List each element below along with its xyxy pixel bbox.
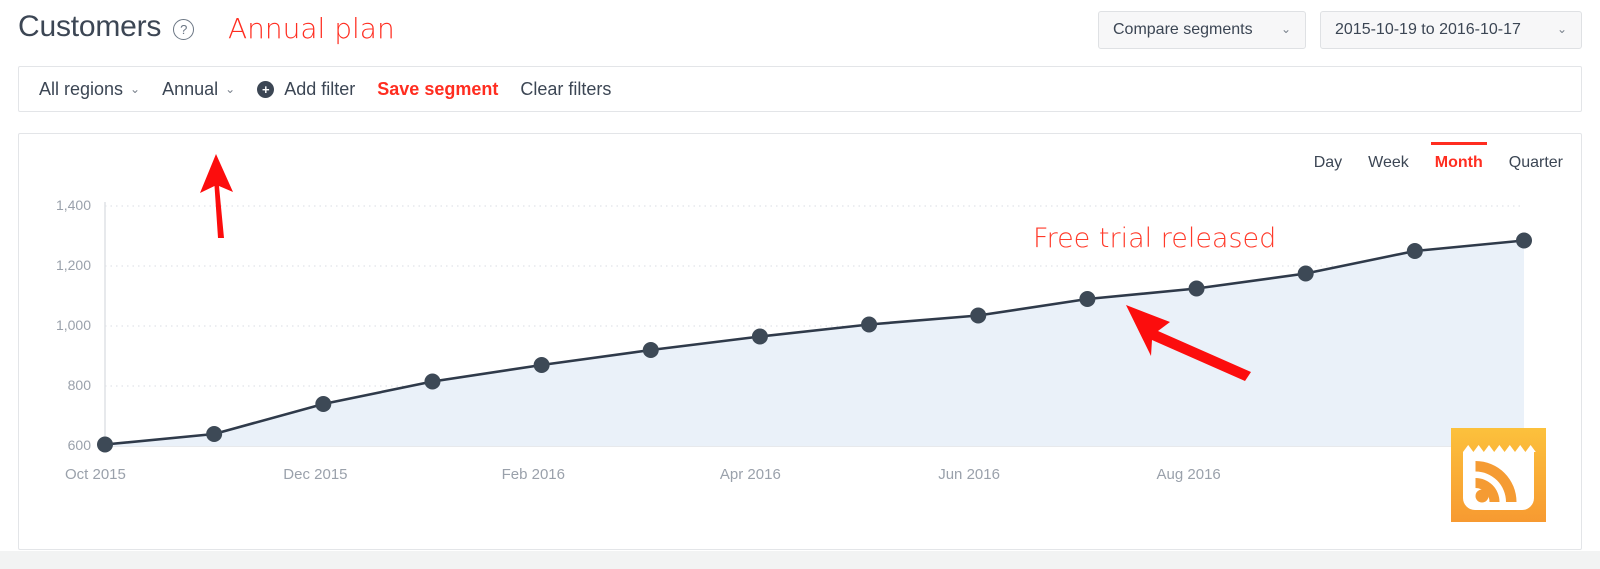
chevron-down-icon: ⌄: [130, 82, 141, 96]
clear-filters-button[interactable]: Clear filters: [520, 79, 611, 100]
y-axis-tick-label: 1,200: [55, 257, 91, 273]
annotation-free-trial-released: Free trial released: [1033, 223, 1277, 254]
title-group: Customers ?: [18, 10, 195, 44]
add-filter-button[interactable]: + Add filter: [257, 79, 355, 100]
screenshot-root: Customers ? Annual plan Compare segments…: [0, 0, 1600, 569]
data-point[interactable]: [97, 436, 113, 453]
footer-strip: [0, 551, 1600, 569]
data-point[interactable]: [1188, 280, 1205, 297]
y-axis-tick-label: 600: [67, 437, 91, 453]
line-chart-plot[interactable]: 600 800 1,000 1,200 1,400 Oct 2015 Dec 2015 Feb…: [19, 134, 1581, 549]
data-point[interactable]: [861, 316, 878, 333]
data-point[interactable]: [970, 307, 987, 324]
header-controls: Compare segments ⌄ 2015-10-19 to 2016-10…: [1098, 11, 1582, 49]
data-point[interactable]: [642, 342, 659, 358]
x-axis-tick-label: Feb 2016: [501, 466, 565, 483]
rss-feed-icon[interactable]: [1451, 428, 1546, 522]
data-point[interactable]: [1516, 232, 1532, 249]
add-filter-label: Add filter: [284, 78, 356, 99]
data-point[interactable]: [1079, 291, 1096, 307]
filter-all-regions-label: All regions: [39, 78, 124, 99]
x-axis-tick-label: Dec 2015: [283, 466, 348, 483]
data-point[interactable]: [315, 396, 332, 412]
help-icon[interactable]: ?: [173, 18, 195, 40]
x-axis-tick-label: Jun 2016: [938, 466, 1000, 483]
page-header: Customers ? Annual plan Compare segments…: [0, 0, 1600, 60]
data-point[interactable]: [1297, 265, 1314, 282]
y-axis-tick-label: 1,400: [55, 197, 91, 213]
compare-segments-label: Compare segments: [1113, 21, 1253, 38]
data-point[interactable]: [1406, 243, 1423, 259]
filter-all-regions[interactable]: All regions ⌄: [39, 79, 140, 100]
data-point[interactable]: [533, 357, 550, 373]
data-point[interactable]: [751, 328, 768, 345]
date-range-label: 2015-10-19 to 2016-10-17: [1335, 21, 1521, 38]
page-title: Customers: [18, 10, 162, 43]
chart-card: Day Week Month Quarter 600 800 1,000 1,200 1…: [18, 133, 1582, 550]
x-axis-tick-label: Oct 2015: [65, 466, 126, 483]
save-segment-button[interactable]: Save segment: [377, 79, 498, 100]
data-point[interactable]: [424, 373, 441, 390]
filter-annual[interactable]: Annual ⌄: [162, 79, 235, 100]
chart-svg: [97, 202, 1532, 453]
chevron-down-icon: ⌄: [225, 82, 236, 96]
chevron-down-icon: ⌄: [1556, 22, 1567, 36]
plus-circle-icon: +: [257, 80, 275, 98]
filter-bar: All regions ⌄ Annual ⌄ + Add filter Save…: [18, 66, 1582, 112]
data-point[interactable]: [206, 426, 223, 442]
y-axis-tick-label: 800: [67, 377, 91, 393]
chevron-down-icon: ⌄: [1280, 22, 1291, 36]
y-axis-tick-label: 1,000: [55, 317, 91, 333]
filter-annual-label: Annual: [162, 78, 219, 99]
compare-segments-button[interactable]: Compare segments ⌄: [1098, 11, 1306, 49]
x-axis-tick-label: Aug 2016: [1156, 466, 1221, 483]
date-range-button[interactable]: 2015-10-19 to 2016-10-17 ⌄: [1320, 11, 1582, 49]
annotation-annual-plan: Annual plan: [228, 12, 395, 45]
x-axis-tick-label: Apr 2016: [719, 466, 781, 483]
